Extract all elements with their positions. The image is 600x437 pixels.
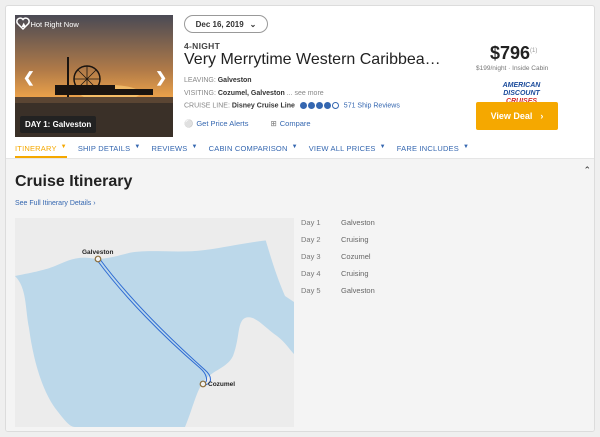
compare-label: Compare <box>279 119 311 128</box>
hot-badge-label: Hot Right Now <box>30 20 79 29</box>
chevron-right-icon: › <box>540 111 544 121</box>
caret-down-icon: ▼ <box>134 144 141 150</box>
itinerary-row: Day 1 Galveston <box>301 218 375 235</box>
tab-reviews[interactable]: REVIEWS ▼ <box>152 141 198 158</box>
tab-itinerary[interactable]: ITINERARY ▼ <box>15 141 67 158</box>
cruise-card: ▲ Hot Right Now ❮ ❯ DAY 1: Galveston Dec… <box>5 5 595 432</box>
price-alerts-link[interactable]: ⚪ Get Price Alerts <box>184 119 248 128</box>
heart-icon[interactable] <box>15 15 31 31</box>
nights-label: 4-NIGHT <box>184 41 221 51</box>
tab-label: SHIP DETAILS <box>77 144 131 153</box>
collapse-icon[interactable]: ⌃ <box>583 165 591 176</box>
route-map[interactable]: Galveston Cozumel <box>15 218 294 427</box>
tab-label: REVIEWS <box>151 144 188 153</box>
tab-label: VIEW ALL PRICES <box>308 144 376 153</box>
caret-down-icon: ▼ <box>379 144 386 150</box>
rating-dot <box>299 102 307 109</box>
next-photo-icon[interactable]: ❯ <box>155 69 167 86</box>
view-deal-label: View Deal <box>490 111 533 121</box>
cruise-title[interactable]: Very Merrytime Western Caribbean Crui... <box>184 51 449 69</box>
itinerary-row: Day 2 Cruising <box>301 235 375 252</box>
plus-box-icon: ⊞ <box>270 119 277 128</box>
cruise-line-row: CRUISE LINE: Disney Cruise Line 571 Ship… <box>184 102 400 109</box>
map-label-galveston: Galveston <box>82 249 114 256</box>
rating-dot <box>331 102 339 109</box>
itinerary-day: Day 1 <box>301 218 321 227</box>
itinerary-day: Day 3 <box>301 252 321 261</box>
itinerary-section: ⌃ Cruise Itinerary See Full Itinerary De… <box>6 159 594 431</box>
leaving-row: LEAVING: Galveston <box>184 77 252 84</box>
caret-down-icon: ▼ <box>462 144 470 150</box>
full-itinerary-link[interactable]: See Full Itinerary Details › <box>15 200 96 207</box>
ship-reviews-link[interactable]: 571 Ship Reviews <box>344 102 400 109</box>
price-alerts-label: Get Price Alerts <box>196 119 249 128</box>
itinerary-row: Day 3 Cozumel <box>301 252 375 269</box>
caret-down-icon: ▼ <box>191 144 198 150</box>
brand-line-1: AMERICAN DISCOUNT <box>502 82 541 97</box>
see-more-link[interactable]: ... see more <box>287 90 324 97</box>
card-actions: ⚪ Get Price Alerts ⊞ Compare <box>184 119 311 128</box>
itinerary-port: Cruising <box>341 235 369 244</box>
itinerary-day: Day 2 <box>301 235 321 244</box>
itinerary-port: Cruising <box>341 269 369 278</box>
itinerary-port: Cozumel <box>341 252 371 261</box>
bell-icon: ⚪ <box>184 119 194 128</box>
day-badge: DAY 1: Galveston <box>20 116 97 133</box>
tab-ship-details[interactable]: SHIP DETAILS ▼ <box>78 141 141 158</box>
itinerary-day: Day 5 <box>301 286 321 295</box>
prev-photo-icon[interactable]: ❮ <box>23 69 35 86</box>
visiting-row: VISITING: Cozumel, Galveston ... see mor… <box>184 90 324 97</box>
caret-down-icon: ▼ <box>60 144 67 150</box>
itinerary-port: Galveston <box>341 218 375 227</box>
itinerary-list: Day 1 Galveston Day 2 Cruising Day 3 Cozumel D… <box>301 218 375 303</box>
itinerary-row: Day 4 Cruising <box>301 269 375 286</box>
gulf-map-graphic <box>15 218 294 427</box>
cruise-line-value[interactable]: Disney Cruise Line <box>232 102 295 109</box>
visiting-label: VISITING: <box>184 90 216 97</box>
map-label-cozumel: Cozumel <box>208 381 236 388</box>
itinerary-port: Galveston <box>341 286 375 295</box>
view-deal-button[interactable]: View Deal › <box>476 102 558 130</box>
rating-dot <box>323 102 331 109</box>
itinerary-day: Day 4 <box>301 269 321 278</box>
per-night-price: $199/night · Inside Cabin <box>476 65 549 72</box>
rating-dot <box>307 102 315 109</box>
section-title: Cruise Itinerary <box>15 173 133 190</box>
leaving-value: Galveston <box>217 77 252 84</box>
price-footnote: (1) <box>530 48 538 54</box>
cruise-line-label: CRUISE LINE: <box>184 102 230 110</box>
tab-view-all-prices[interactable]: VIEW ALL PRICES ▼ <box>309 141 386 158</box>
tab-label: ITINERARY <box>15 144 57 153</box>
date-select[interactable]: Dec 16, 2019 ⌄ <box>184 15 268 33</box>
tab-label: CABIN COMPARISON <box>208 144 288 153</box>
tab-cabin-comparison[interactable]: CABIN COMPARISON ▼ <box>209 141 298 158</box>
cruise-photo[interactable]: ▲ Hot Right Now ❮ ❯ DAY 1: Galveston <box>15 15 173 137</box>
leaving-label: LEAVING: <box>184 77 216 84</box>
tab-label: FARE INCLUDES <box>396 144 459 153</box>
compare-link[interactable]: ⊞ Compare <box>270 119 310 128</box>
rating-dots <box>299 102 339 109</box>
itinerary-row: Day 5 Galveston <box>301 286 375 303</box>
tab-fare-includes[interactable]: FARE INCLUDES ▼ <box>397 141 469 158</box>
price: $796(1) <box>490 43 537 64</box>
date-label: Dec 16, 2019 <box>195 19 244 29</box>
caret-down-icon: ▼ <box>291 144 298 150</box>
price-value: $796 <box>490 43 531 63</box>
detail-tabs: ITINERARY ▼ SHIP DETAILS ▼ REVIEWS ▼ CABIN COM… <box>6 141 594 159</box>
visiting-value: Cozumel, Galveston <box>217 90 285 97</box>
chevron-down-icon: ⌄ <box>249 19 257 29</box>
rating-dot <box>315 102 323 109</box>
